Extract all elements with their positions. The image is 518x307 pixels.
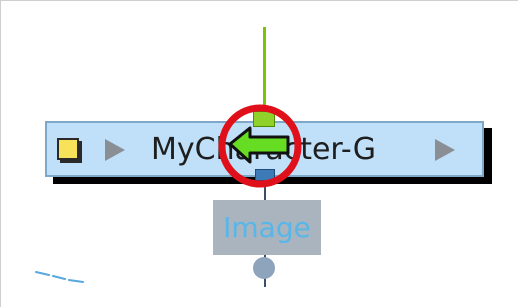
dashed-link-stroke: [35, 271, 84, 283]
play-arrow-icon[interactable]: [105, 139, 125, 161]
red-circle-highlight-icon: [218, 104, 302, 188]
play-arrow-icon[interactable]: [435, 139, 455, 161]
node-graph-canvas[interactable]: MyCharacter-G Image: [0, 0, 518, 307]
checkbox-icon[interactable]: [57, 138, 79, 160]
image-tag[interactable]: Image: [213, 200, 321, 255]
connector-end-dot[interactable]: [253, 257, 275, 279]
image-tag-label: Image: [223, 211, 311, 244]
green-arrow-cursor-icon: [228, 126, 290, 164]
